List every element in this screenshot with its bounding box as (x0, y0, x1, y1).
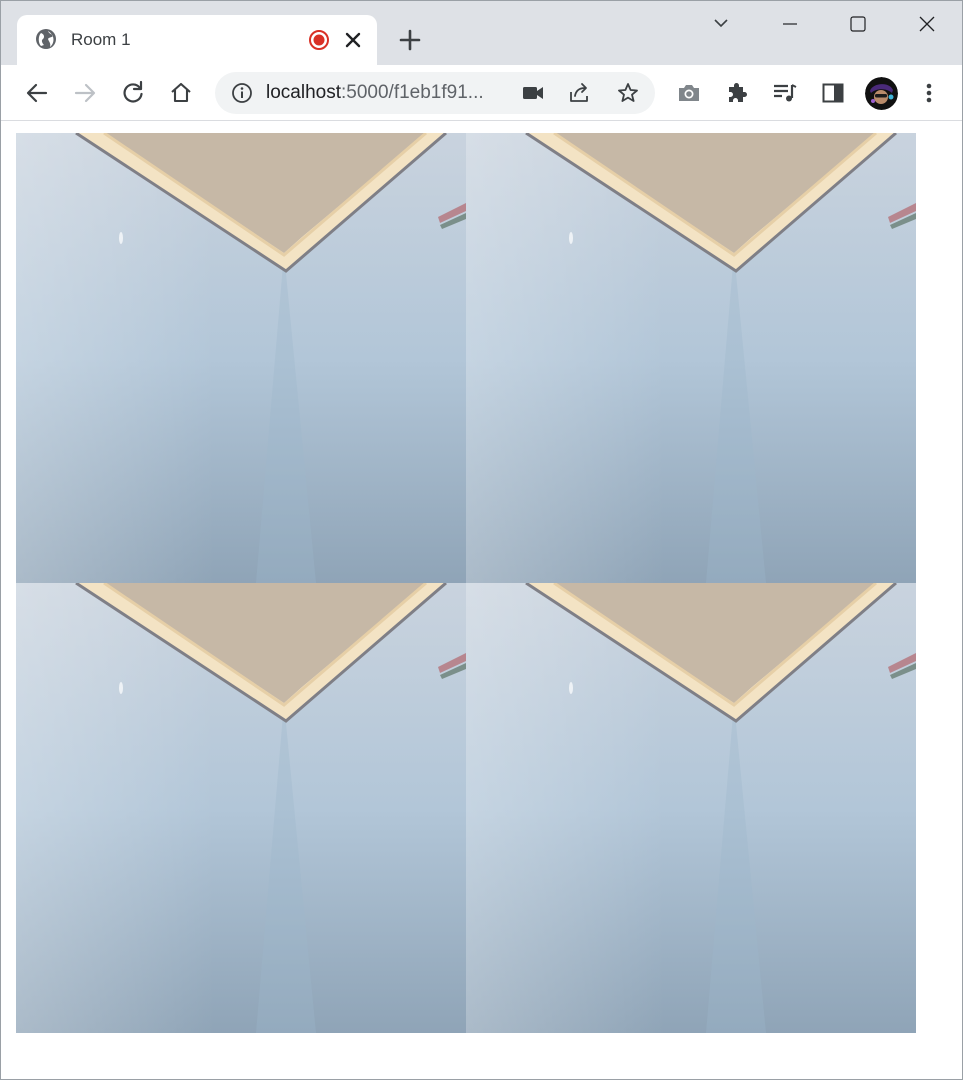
globe-icon (36, 29, 56, 49)
video-frame (466, 583, 916, 1033)
recording-dot-icon (309, 30, 329, 50)
tab-room-1[interactable]: Room 1 (17, 15, 377, 65)
avatar[interactable] (865, 77, 898, 110)
video-tile[interactable] (466, 133, 916, 583)
video-camera-icon[interactable] (521, 82, 545, 104)
video-frame (466, 133, 916, 583)
puzzle-icon[interactable] (723, 79, 751, 107)
browser-toolbar: localhost:5000/f1eb1f91... (1, 65, 962, 121)
share-icon[interactable] (567, 81, 593, 105)
close-icon[interactable] (343, 30, 363, 50)
camera-icon[interactable] (675, 79, 703, 107)
tab-title: Room 1 (71, 30, 131, 49)
close-icon[interactable] (912, 11, 942, 37)
tab-strip: Room 1 (1, 1, 962, 65)
video-tile[interactable] (16, 583, 466, 1033)
url-path: :5000/f1eb1f91... (341, 82, 484, 103)
info-circle-icon[interactable] (231, 82, 253, 104)
address-bar[interactable]: localhost:5000/f1eb1f91... (215, 72, 655, 114)
video-frame (16, 133, 466, 583)
kebab-menu-icon[interactable] (915, 79, 943, 107)
side-panel-icon[interactable] (819, 79, 847, 107)
plus-icon[interactable] (397, 27, 423, 53)
video-frame (16, 583, 466, 1033)
arrow-left-icon[interactable] (23, 79, 51, 107)
star-icon[interactable] (616, 81, 640, 105)
reload-icon[interactable] (119, 79, 147, 107)
url-text[interactable]: localhost:5000/f1eb1f91... (266, 82, 484, 104)
arrow-right-icon[interactable] (71, 79, 99, 107)
video-tile[interactable] (16, 133, 466, 583)
home-icon[interactable] (167, 79, 195, 107)
video-tile[interactable] (466, 583, 916, 1033)
url-host: localhost (266, 82, 341, 103)
minimize-icon[interactable] (775, 11, 805, 37)
chevron-down-icon[interactable] (706, 11, 736, 37)
maximize-icon[interactable] (843, 11, 873, 37)
video-grid (16, 133, 916, 1033)
browser-window: Room 1 localhost:5000/f1eb1f91... (0, 0, 963, 1080)
media-control-icon[interactable] (771, 79, 799, 107)
avatar-image (865, 77, 898, 110)
page-content (1, 122, 962, 1079)
